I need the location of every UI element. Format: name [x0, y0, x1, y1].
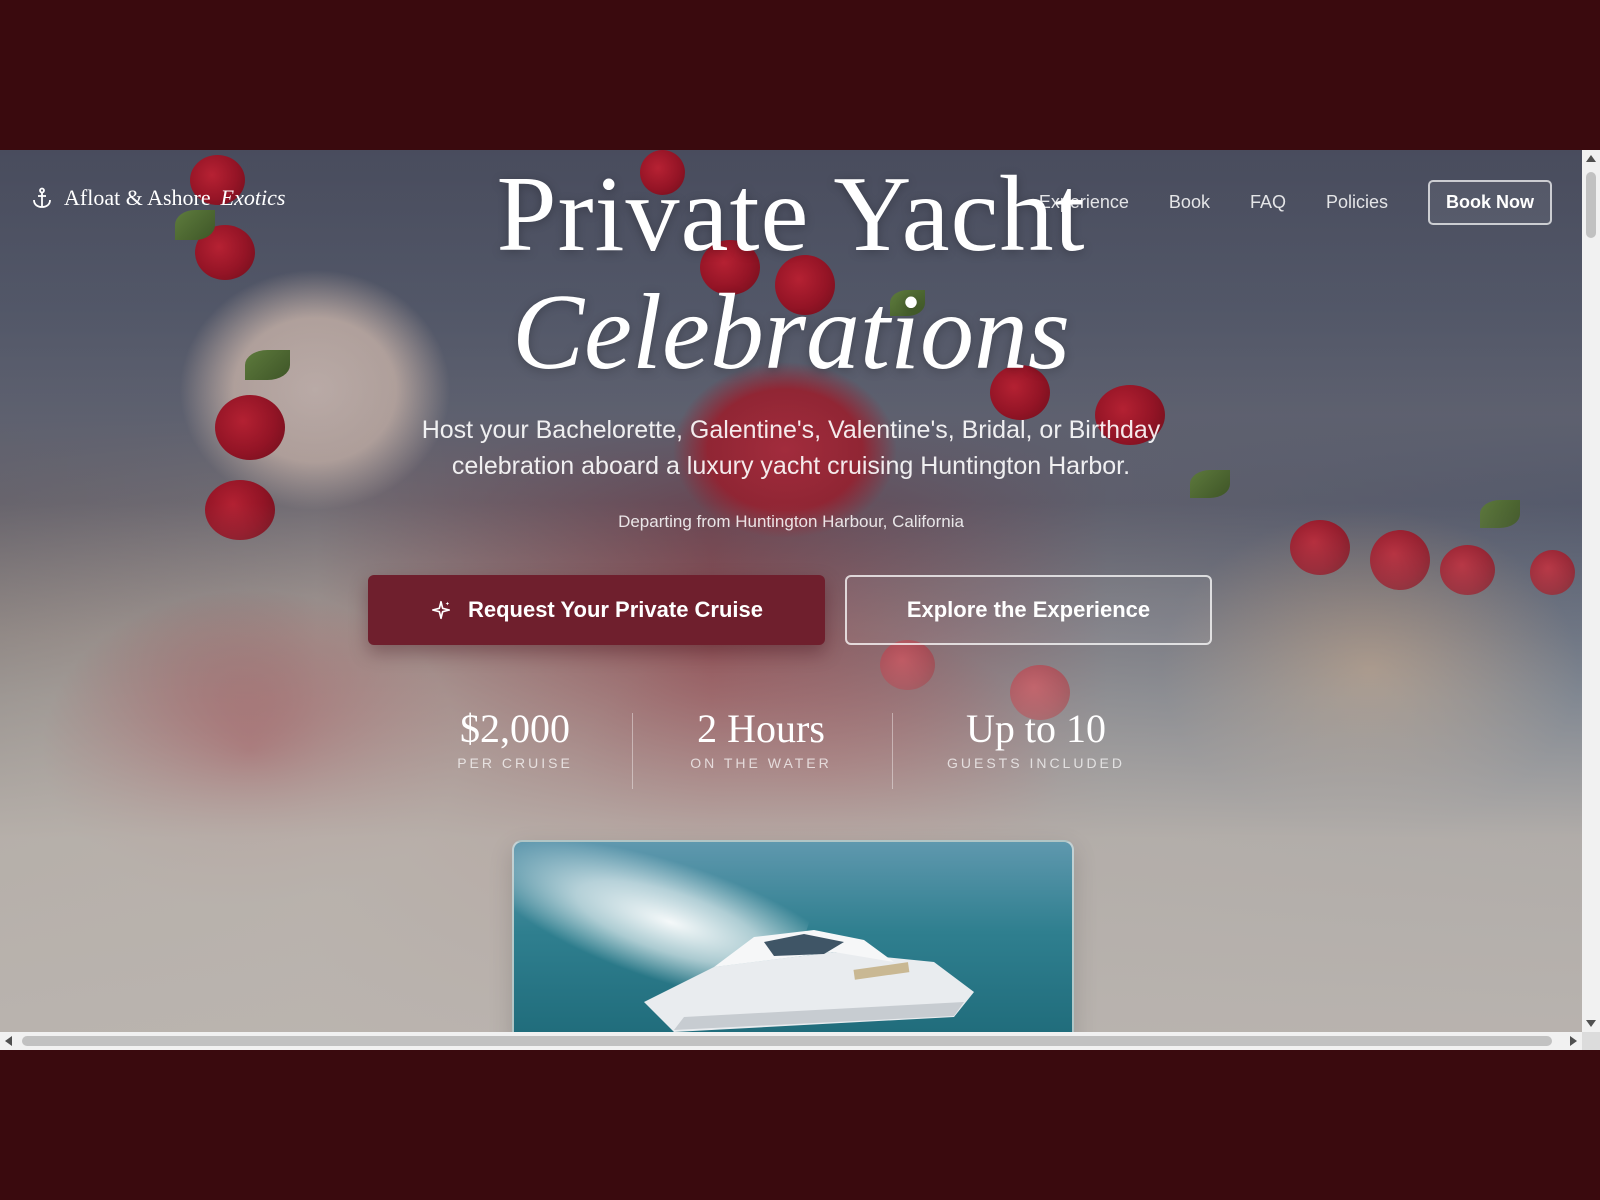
yacht-photo [512, 840, 1074, 1032]
vertical-scrollbar[interactable] [1582, 150, 1600, 1032]
horizontal-scroll-thumb[interactable] [22, 1036, 1552, 1046]
stat-divider [892, 713, 893, 789]
explore-experience-label: Explore the Experience [906, 597, 1151, 622]
brand-accent: Exotics [220, 185, 286, 210]
nav-link-experience[interactable]: Experience [1039, 192, 1129, 213]
browser-viewport: Private Yacht Celebrations Host your Bac… [0, 150, 1600, 1050]
nav-link-faq[interactable]: FAQ [1250, 192, 1286, 213]
stat-value: $2,000 [460, 706, 570, 751]
sparkle-icon [431, 600, 451, 620]
stat-label: PER CRUISE [457, 755, 573, 771]
stat-guests: Up to 10 GUESTS INCLUDED [930, 705, 1142, 771]
nav-links: Experience Book FAQ Policies Book Now [1039, 180, 1582, 225]
headline-line-2: Celebrations [512, 273, 1070, 392]
stat-price: $2,000 PER CRUISE [430, 705, 600, 771]
scroll-left-arrow-icon[interactable] [5, 1036, 12, 1046]
explore-experience-button[interactable]: Explore the Experience [845, 575, 1212, 645]
departing-location: Departing from Huntington Harbour, Calif… [618, 512, 964, 531]
top-navigation: Afloat & Ashore Exotics Experience Book … [0, 150, 1582, 250]
stat-label: ON THE WATER [690, 755, 832, 771]
brand-name: Afloat & Ashore [64, 185, 211, 210]
stat-value: Up to 10 [966, 706, 1106, 751]
anchor-icon [33, 187, 51, 208]
stat-value: 2 Hours [697, 706, 825, 751]
request-cruise-button[interactable]: Request Your Private Cruise [368, 575, 825, 645]
vertical-scroll-thumb[interactable] [1586, 172, 1596, 238]
stat-divider [632, 713, 633, 789]
scroll-up-arrow-icon[interactable] [1586, 155, 1596, 162]
request-cruise-label: Request Your Private Cruise [467, 597, 764, 622]
stat-duration: 2 Hours ON THE WATER [666, 705, 856, 771]
nav-link-book[interactable]: Book [1169, 192, 1210, 213]
nav-link-policies[interactable]: Policies [1326, 192, 1388, 213]
page: Private Yacht Celebrations Host your Bac… [0, 150, 1582, 1032]
scrollbar-corner [1582, 1032, 1600, 1050]
scroll-down-arrow-icon[interactable] [1586, 1020, 1596, 1027]
book-now-button[interactable]: Book Now [1428, 180, 1552, 225]
horizontal-scrollbar[interactable] [0, 1032, 1582, 1050]
hero-subtitle: Host your Bachelorette, Galentine's, Val… [421, 416, 1161, 480]
stats-row: $2,000 PER CRUISE 2 Hours ON THE WATER U… [0, 705, 1582, 795]
brand-logo[interactable]: Afloat & Ashore Exotics [30, 185, 285, 211]
scroll-right-arrow-icon[interactable] [1570, 1036, 1577, 1046]
stat-label: GUESTS INCLUDED [946, 755, 1126, 771]
yacht-illustration [644, 930, 974, 1032]
